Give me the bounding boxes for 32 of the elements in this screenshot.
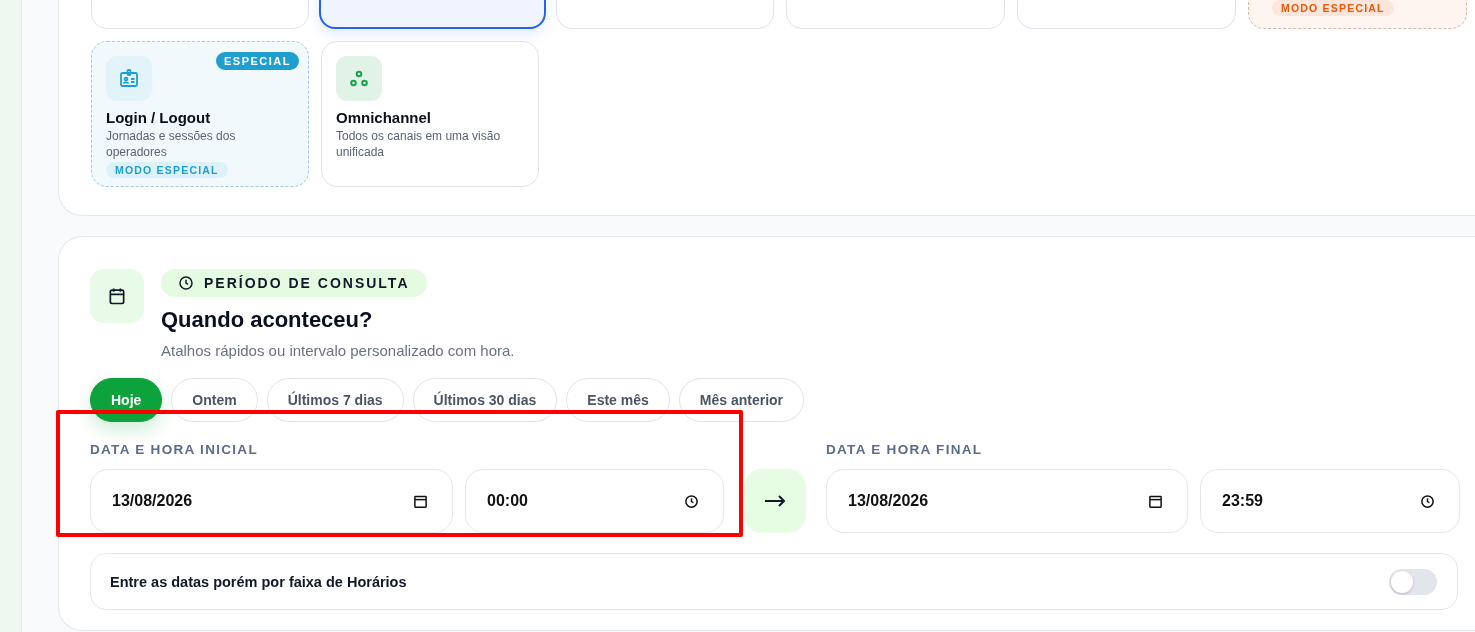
- clock-icon: [178, 275, 194, 291]
- calendar-icon[interactable]: [1148, 493, 1163, 509]
- time-range-label: Entre as datas porém por faixa de Horários: [110, 573, 407, 590]
- preset-chip[interactable]: Ontem: [171, 378, 258, 422]
- mode-badge: MODO ESPECIAL: [1272, 0, 1394, 16]
- preset-chip[interactable]: Este mês: [566, 378, 670, 422]
- time-field[interactable]: 23:59: [1200, 469, 1460, 533]
- field-label: DATA E HORA FINAL: [826, 442, 984, 457]
- arrow-right-icon: [744, 469, 806, 533]
- report-card[interactable]: Omnichannel Todos os canais em uma visão unificada: [321, 41, 539, 187]
- special-badge: ESPECIAL: [216, 52, 299, 70]
- field-label: DATA E HORA INICIAL: [90, 442, 259, 457]
- clock-icon[interactable]: [684, 493, 699, 509]
- preset-chip[interactable]: Últimos 7 dias: [266, 378, 404, 422]
- preset-chip[interactable]: Mês anterior: [678, 378, 805, 422]
- card-description: Jornadas e sessões dos operadores: [106, 128, 237, 160]
- card-title: Login / Logout: [106, 109, 212, 126]
- preset-chip[interactable]: Últimos 30 dias: [412, 378, 558, 422]
- section-title: Quando aconteceu?: [161, 307, 374, 333]
- toggle-switch[interactable]: [1389, 568, 1437, 595]
- report-card[interactable]: ESPECIAL Login / Logout Jornadas e sessões dos operadores MODO ESPECIAL: [91, 41, 309, 187]
- time-field[interactable]: 00:00: [465, 469, 724, 533]
- section-subtitle: Atalhos rápidos ou intervalo personalizado com hora.: [161, 342, 515, 359]
- calendar-icon[interactable]: [413, 493, 428, 509]
- date-field[interactable]: 13/08/2026: [826, 469, 1188, 533]
- card-title: Omnichannel: [336, 109, 433, 126]
- clock-icon[interactable]: [1420, 493, 1435, 509]
- mode-badge: MODO ESPECIAL: [106, 162, 228, 178]
- card-description: Todos os canais em uma visão unificada: [336, 128, 502, 160]
- date-field[interactable]: 13/08/2026: [90, 469, 453, 533]
- calendar-icon: [90, 269, 144, 323]
- section-tag-label: PERÍODO DE CONSULTA: [204, 275, 410, 291]
